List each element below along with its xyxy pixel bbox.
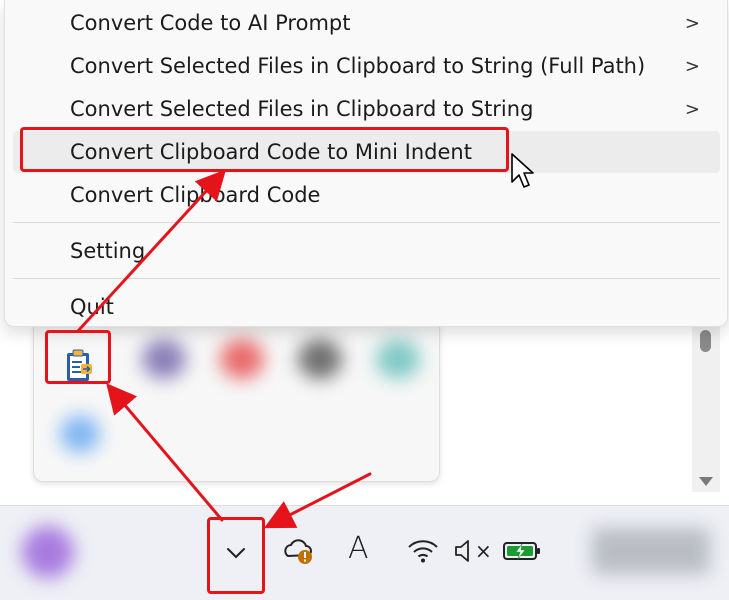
battery-charging-icon (503, 542, 540, 560)
chevron-right-icon: > (684, 13, 700, 34)
font-a-icon[interactable]: A (348, 534, 369, 564)
tray-blurred-icons-row (132, 329, 432, 391)
blurred-tray-icon[interactable] (220, 339, 264, 379)
menu-item-setting[interactable]: Setting (13, 230, 720, 272)
menu-item-label: Setting (70, 239, 146, 263)
menu-separator (13, 222, 720, 223)
taskbar: A × (0, 505, 729, 600)
battery-button[interactable] (502, 540, 542, 566)
menu-item-label: Convert Selected Files in Clipboard to S… (70, 54, 646, 78)
blurred-tray-icon[interactable] (60, 415, 100, 453)
annotation-highlight-menu-item (20, 127, 509, 172)
onedrive-status-button[interactable] (282, 536, 316, 570)
onedrive-warning-icon (284, 539, 312, 564)
annotation-highlight-app-icon (45, 330, 111, 384)
menu-separator (13, 278, 720, 279)
menu-item-label: Convert Code to AI Prompt (70, 11, 351, 35)
chevron-right-icon: > (684, 99, 700, 120)
mouse-cursor-icon (511, 153, 534, 188)
vertical-scrollbar[interactable] (692, 300, 720, 492)
volume-button[interactable]: × (454, 539, 492, 563)
chevron-right-icon: > (684, 56, 700, 77)
blurred-tray-icon[interactable] (142, 339, 186, 379)
menu-item-convert-code-to-ai-prompt[interactable]: Convert Code to AI Prompt > (13, 2, 720, 44)
menu-item-convert-files-to-string[interactable]: Convert Selected Files in Clipboard to S… (13, 88, 720, 130)
scroll-down-arrow-icon[interactable] (699, 477, 713, 486)
blurred-tray-icon[interactable] (298, 339, 342, 379)
wifi-button[interactable] (406, 538, 440, 568)
annotation-highlight-chevron (207, 517, 265, 594)
scroll-thumb[interactable] (700, 330, 711, 352)
menu-item-label: Convert Clipboard Code (70, 183, 321, 207)
menu-item-quit[interactable]: Quit (13, 286, 720, 328)
speaker-muted-icon (455, 540, 469, 562)
menu-item-label: Quit (70, 295, 114, 319)
wifi-icon (408, 540, 438, 563)
menu-item-convert-clipboard-code[interactable]: Convert Clipboard Code (13, 174, 720, 216)
blurred-start-icon[interactable] (22, 526, 74, 578)
blurred-clock-area[interactable] (592, 528, 710, 574)
menu-item-label: Convert Selected Files in Clipboard to S… (70, 97, 534, 121)
menu-item-convert-files-full-path[interactable]: Convert Selected Files in Clipboard to S… (13, 45, 720, 87)
blurred-tray-icon[interactable] (376, 339, 420, 379)
mute-x-icon: × (475, 539, 492, 563)
